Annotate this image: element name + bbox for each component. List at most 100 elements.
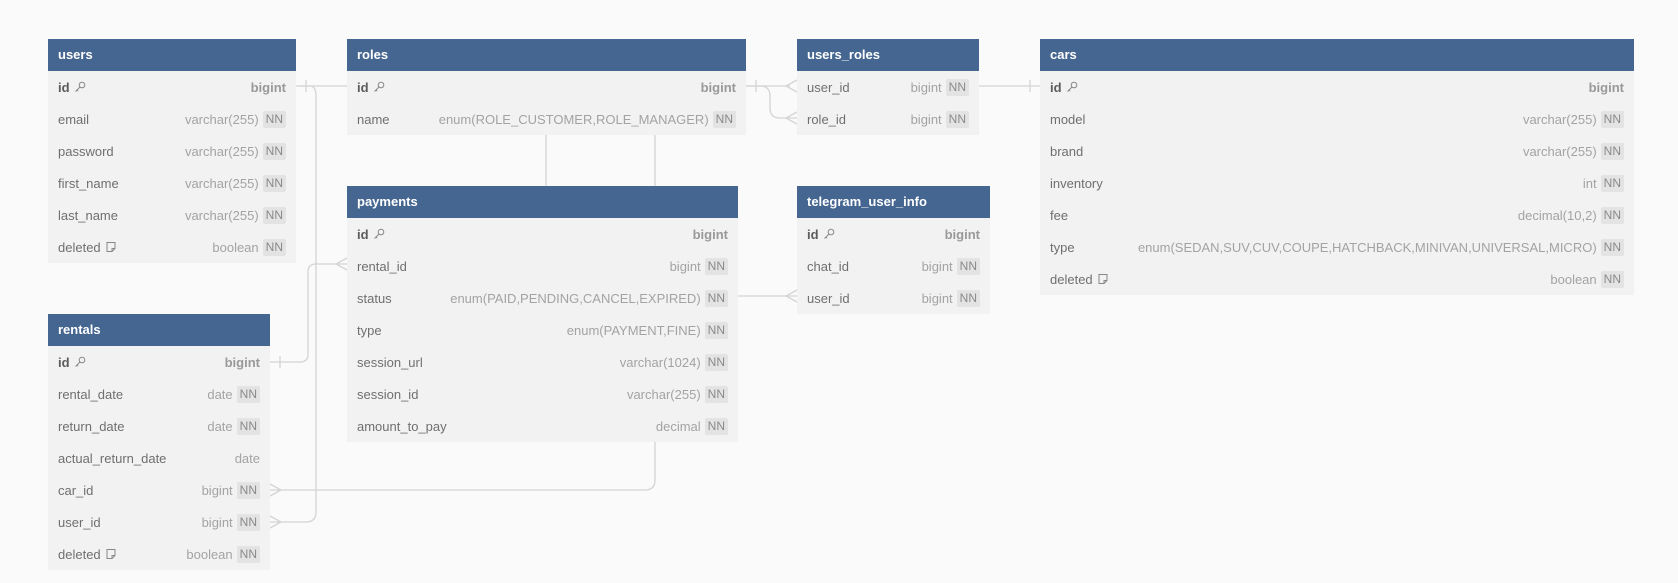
table-header[interactable]: users_roles xyxy=(797,39,979,71)
field-name-text: last_name xyxy=(58,207,118,223)
field-name: id xyxy=(58,355,86,370)
field-meta: varchar(255) NN xyxy=(185,142,286,160)
note-icon[interactable] xyxy=(1097,273,1109,285)
field-row[interactable]: user_id bigint NN xyxy=(797,282,990,314)
link-roles-users_roles[interactable] xyxy=(746,85,797,119)
field-meta: decimal NN xyxy=(656,417,728,435)
table-header[interactable]: cars xyxy=(1040,39,1634,71)
key-icon xyxy=(823,228,835,240)
field-row[interactable]: rental_id bigint NN xyxy=(347,250,738,282)
field-row[interactable]: id bigint xyxy=(48,71,296,103)
field-name: fee xyxy=(1050,208,1068,223)
table-telegram_user_info[interactable]: telegram_user_info id bigint chat_id bigint N… xyxy=(797,186,990,314)
field-row[interactable]: status enum(PAID,PENDING,CANCEL,EXPIRED) N… xyxy=(347,282,738,314)
not-null-badge: NN xyxy=(704,385,728,403)
key-icon xyxy=(373,228,385,240)
field-type: enum(PAYMENT,FINE) xyxy=(566,322,701,338)
field-meta: bigint NN xyxy=(669,257,728,275)
field-row[interactable]: model varchar(255) NN xyxy=(1040,103,1634,135)
field-row[interactable]: last_name varchar(255) NN xyxy=(48,199,296,231)
field-row[interactable]: password varchar(255) NN xyxy=(48,135,296,167)
field-row[interactable]: deleted boolean NN xyxy=(48,231,296,263)
field-type: boolean xyxy=(212,239,259,255)
field-row[interactable]: inventory int NN xyxy=(1040,167,1634,199)
table-header[interactable]: users xyxy=(48,39,296,71)
not-null-badge: NN xyxy=(704,353,728,371)
field-row[interactable]: id bigint xyxy=(347,218,738,250)
field-row[interactable]: car_id bigint NN xyxy=(48,474,270,506)
field-row[interactable]: actual_return_date date xyxy=(48,442,270,474)
field-row[interactable]: user_id bigint NN xyxy=(797,71,979,103)
field-row[interactable]: return_date date NN xyxy=(48,410,270,442)
not-null-badge: NN xyxy=(262,142,286,160)
field-name-text: model xyxy=(1050,111,1086,127)
not-null-badge: NN xyxy=(945,110,969,128)
field-name: first_name xyxy=(58,176,119,191)
field-name-text: deleted xyxy=(1050,271,1093,287)
field-name: user_id xyxy=(807,80,850,95)
field-row[interactable]: id bigint xyxy=(347,71,746,103)
field-meta: varchar(255) NN xyxy=(185,174,286,192)
table-header[interactable]: roles xyxy=(347,39,746,71)
field-type: enum(SEDAN,SUV,CUV,COUPE,HATCHBACK,MINIV… xyxy=(1137,239,1597,255)
not-null-badge: NN xyxy=(1600,110,1624,128)
table-users[interactable]: users id bigint email varchar(255) NN password… xyxy=(48,39,296,263)
field-row[interactable]: session_url varchar(1024) NN xyxy=(347,346,738,378)
note-icon[interactable] xyxy=(105,548,117,560)
field-row[interactable]: id bigint xyxy=(797,218,990,250)
not-null-badge: NN xyxy=(1600,142,1624,160)
field-name: password xyxy=(58,144,114,159)
link-rentals-payments[interactable] xyxy=(270,263,347,363)
field-type: bigint xyxy=(700,79,736,95)
field-row[interactable]: user_id bigint NN xyxy=(48,506,270,538)
field-name: deleted xyxy=(1050,272,1109,287)
field-type: bigint xyxy=(692,226,728,242)
field-name-text: inventory xyxy=(1050,175,1103,191)
field-meta: boolean NN xyxy=(1550,270,1624,288)
note-icon[interactable] xyxy=(105,241,117,253)
field-type: varchar(255) xyxy=(1522,111,1597,127)
field-row[interactable]: brand varchar(255) NN xyxy=(1040,135,1634,167)
field-row[interactable]: email varchar(255) NN xyxy=(48,103,296,135)
field-name: session_url xyxy=(357,355,423,370)
field-type: date xyxy=(207,386,233,402)
table-header[interactable]: telegram_user_info xyxy=(797,186,990,218)
field-row[interactable]: session_id varchar(255) NN xyxy=(347,378,738,410)
field-meta: boolean NN xyxy=(186,545,260,563)
table-roles[interactable]: roles id bigint name enum(ROLE_CUSTOMER,ROLE… xyxy=(347,39,746,135)
field-row[interactable]: type enum(PAYMENT,FINE) NN xyxy=(347,314,738,346)
field-name-text: deleted xyxy=(58,546,101,562)
field-row[interactable]: id bigint xyxy=(1040,71,1634,103)
field-row[interactable]: fee decimal(10,2) NN xyxy=(1040,199,1634,231)
field-name-text: first_name xyxy=(58,175,119,191)
field-type: varchar(255) xyxy=(184,207,259,223)
field-row[interactable]: amount_to_pay decimal NN xyxy=(347,410,738,442)
field-row[interactable]: chat_id bigint NN xyxy=(797,250,990,282)
field-type: bigint xyxy=(669,258,701,274)
table-rentals[interactable]: rentals id bigint rental_date date NN return_d… xyxy=(48,314,270,570)
not-null-badge: NN xyxy=(1600,206,1624,224)
field-name-text: return_date xyxy=(58,418,125,434)
table-payments[interactable]: payments id bigint rental_id bigint NN status e… xyxy=(347,186,738,442)
field-row[interactable]: role_id bigint NN xyxy=(797,103,979,135)
table-header[interactable]: payments xyxy=(347,186,738,218)
field-type: bigint xyxy=(921,290,953,306)
field-meta: varchar(255) NN xyxy=(1523,142,1624,160)
field-row[interactable]: first_name varchar(255) NN xyxy=(48,167,296,199)
field-name: status xyxy=(357,291,392,306)
field-row[interactable]: id bigint xyxy=(48,346,270,378)
field-row[interactable]: deleted boolean NN xyxy=(48,538,270,570)
table-cars[interactable]: cars id bigint model varchar(255) NN brand varc… xyxy=(1040,39,1634,295)
key-icon xyxy=(74,81,86,93)
field-row[interactable]: name enum(ROLE_CUSTOMER,ROLE_MANAGER) NN xyxy=(347,103,746,135)
not-null-badge: NN xyxy=(236,385,260,403)
table-users_roles[interactable]: users_roles user_id bigint NN role_id bigint N… xyxy=(797,39,979,135)
field-row[interactable]: deleted boolean NN xyxy=(1040,263,1634,295)
field-meta: bigint NN xyxy=(202,481,260,499)
field-row[interactable]: type enum(SEDAN,SUV,CUV,COUPE,HATCHBACK,M… xyxy=(1040,231,1634,263)
field-type: bigint xyxy=(910,79,942,95)
not-null-badge: NN xyxy=(236,417,260,435)
field-row[interactable]: rental_date date NN xyxy=(48,378,270,410)
field-meta: bigint NN xyxy=(910,78,969,96)
table-header[interactable]: rentals xyxy=(48,314,270,346)
